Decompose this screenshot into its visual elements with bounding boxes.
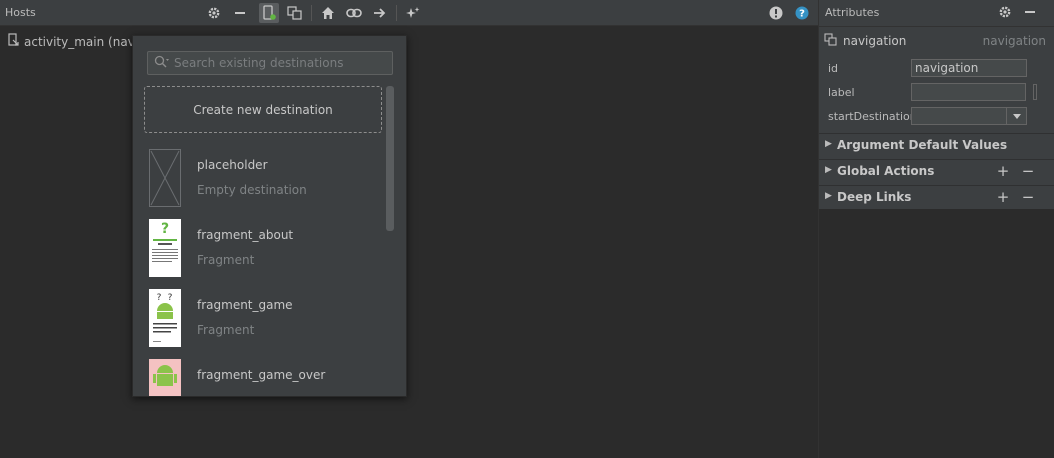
- selected-element-header: navigation navigation: [824, 33, 1050, 51]
- destination-item[interactable]: placeholder Empty destination: [149, 149, 379, 209]
- arrow-right-icon[interactable]: [370, 3, 390, 23]
- attributes-title: Attributes: [825, 6, 880, 19]
- element-name: navigation: [843, 34, 907, 48]
- gear-icon[interactable]: [996, 3, 1014, 21]
- section-deep-links[interactable]: ▶ Deep Links + −: [819, 185, 1054, 209]
- home-icon[interactable]: [318, 3, 338, 23]
- add-icon[interactable]: +: [995, 188, 1011, 206]
- design-toolbar: Hosts ?: [0, 0, 818, 26]
- destination-name: placeholder: [197, 158, 268, 172]
- svg-text:?: ?: [161, 221, 169, 237]
- section-argument-default-values[interactable]: ▶ Argument Default Values: [819, 133, 1054, 157]
- minus-icon[interactable]: [1021, 3, 1039, 21]
- attributes-divider: [819, 26, 1054, 27]
- id-field[interactable]: navigation: [911, 59, 1027, 77]
- svg-text:?: ?: [157, 293, 162, 303]
- auto-arrange-icon[interactable]: [403, 3, 423, 23]
- attributes-empty-area: [819, 209, 1054, 458]
- section-title: Global Actions: [837, 164, 935, 178]
- gear-icon[interactable]: [204, 3, 224, 23]
- search-input[interactable]: [174, 54, 384, 72]
- fragment-game-over-thumbnail: [149, 359, 181, 396]
- chevron-down-icon[interactable]: [1006, 108, 1026, 124]
- svg-text:?: ?: [168, 293, 173, 303]
- host-item-label: activity_main (navH: [24, 34, 144, 49]
- label-label: label: [828, 86, 855, 99]
- id-label: id: [828, 62, 839, 75]
- section-title: Deep Links: [837, 190, 912, 204]
- toolbar-divider: [396, 5, 397, 21]
- new-destination-popup: Create new destination placeholder Empty…: [132, 35, 407, 397]
- element-type: navigation: [982, 34, 1046, 48]
- attributes-panel: Attributes navigation navigation id navi…: [818, 0, 1054, 458]
- destination-item[interactable]: fragment_game_over: [149, 359, 379, 396]
- warning-icon[interactable]: [766, 3, 786, 23]
- toolbar-divider: [311, 5, 312, 21]
- start-destination-dropdown[interactable]: [911, 107, 1027, 125]
- new-destination-icon[interactable]: [259, 3, 279, 23]
- create-new-destination-label: Create new destination: [193, 102, 333, 117]
- remove-icon[interactable]: −: [1020, 188, 1036, 206]
- expand-arrow-icon[interactable]: ▶: [825, 139, 832, 149]
- popup-scrollbar[interactable]: [386, 86, 394, 231]
- remove-icon[interactable]: −: [1020, 162, 1036, 180]
- destination-name: fragment_game: [197, 298, 293, 312]
- destination-item[interactable]: ? ? fragment_game Fragment: [149, 289, 379, 349]
- destination-type: Empty destination: [197, 183, 307, 197]
- search-icon: [154, 55, 170, 72]
- layout-file-icon: [8, 33, 20, 50]
- section-title: Argument Default Values: [837, 138, 1008, 152]
- nested-graph-icon: [824, 33, 839, 50]
- destination-name: fragment_game_over: [197, 368, 326, 382]
- label-resource-picker[interactable]: [1033, 84, 1037, 100]
- label-field[interactable]: [911, 83, 1026, 101]
- destination-name: fragment_about: [197, 228, 294, 242]
- expand-arrow-icon[interactable]: ▶: [825, 191, 832, 201]
- search-box[interactable]: [147, 51, 393, 75]
- expand-arrow-icon[interactable]: ▶: [825, 165, 832, 175]
- svg-text:?: ?: [799, 9, 805, 20]
- help-icon[interactable]: ?: [792, 3, 812, 23]
- host-item[interactable]: activity_main (navH: [8, 33, 144, 50]
- add-icon[interactable]: +: [995, 162, 1011, 180]
- destination-type: Fragment: [197, 253, 255, 267]
- create-new-destination-button[interactable]: Create new destination: [144, 86, 382, 133]
- start-destination-label: startDestination: [828, 110, 917, 123]
- fragment-game-thumbnail: ? ?: [149, 289, 181, 347]
- minus-icon[interactable]: [230, 3, 250, 23]
- destination-item[interactable]: ? fragment_about Fragment: [149, 219, 379, 279]
- nested-graph-icon[interactable]: [285, 3, 305, 23]
- fragment-about-thumbnail: ?: [149, 219, 181, 277]
- destination-type: Fragment: [197, 323, 255, 337]
- link-icon[interactable]: [344, 3, 364, 23]
- placeholder-thumbnail: [149, 149, 181, 207]
- section-global-actions[interactable]: ▶ Global Actions + −: [819, 159, 1054, 183]
- hosts-title: Hosts: [5, 6, 36, 19]
